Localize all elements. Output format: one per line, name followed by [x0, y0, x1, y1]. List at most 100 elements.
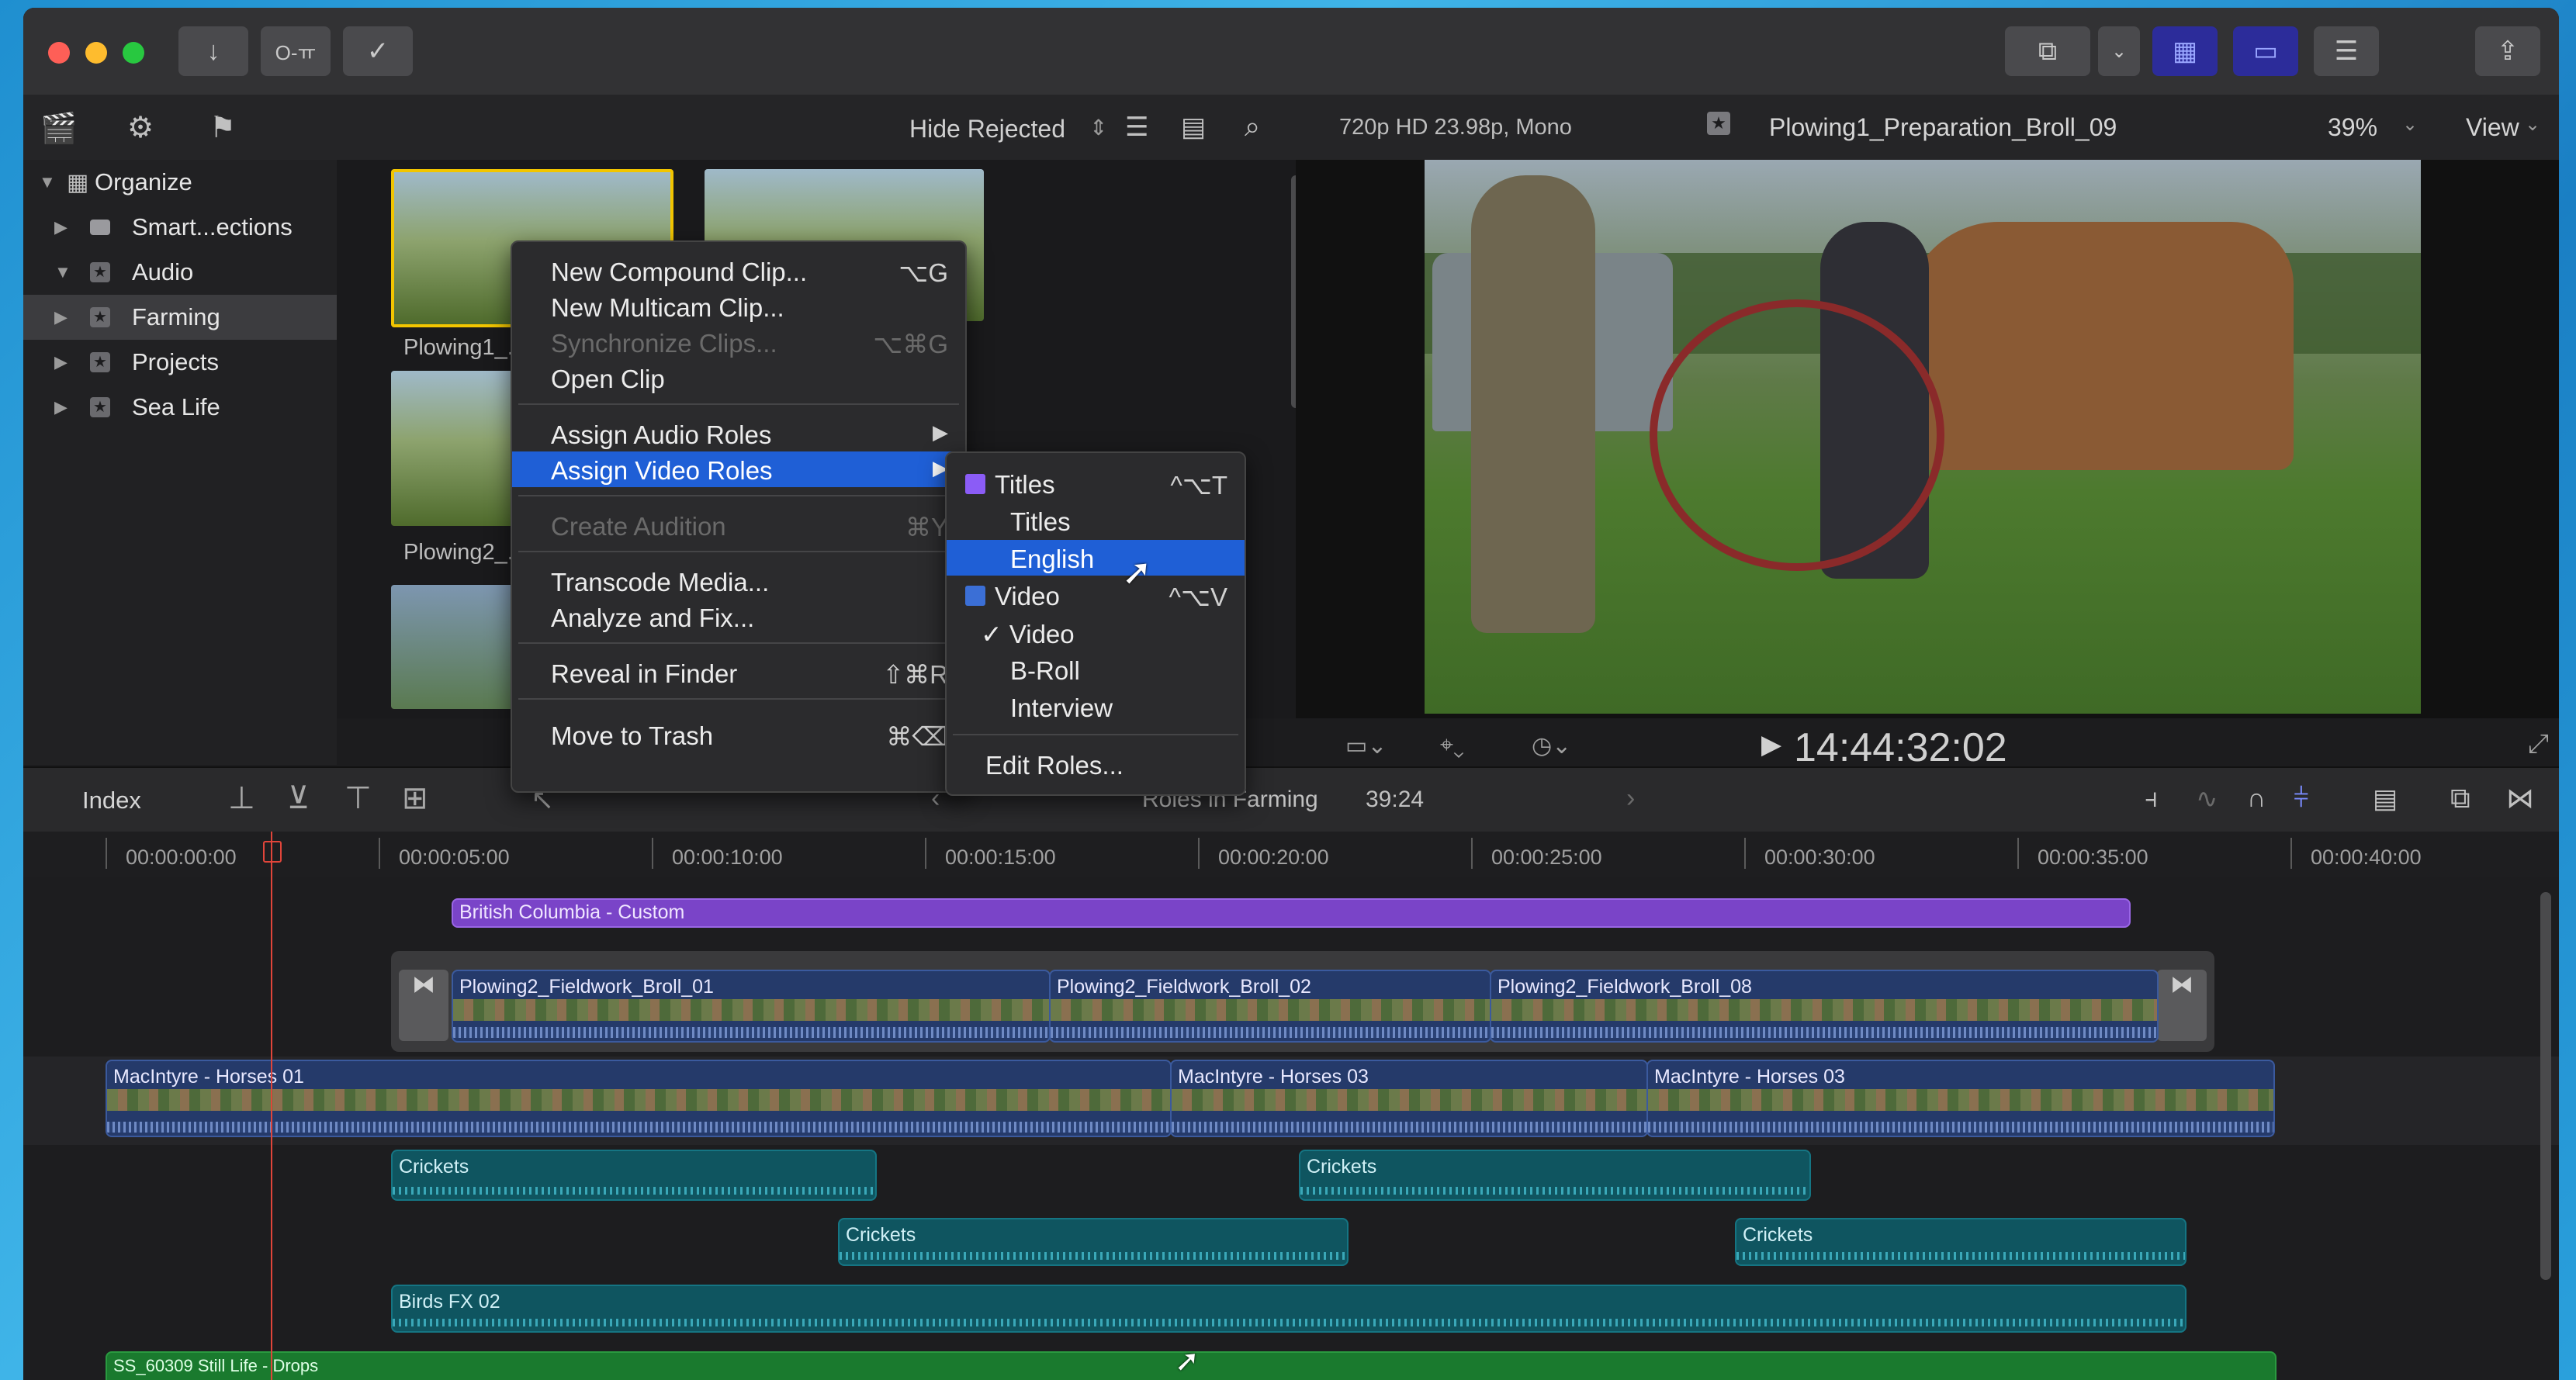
menu-item-analyze-and-fix[interactable]: Analyze and Fix...	[512, 599, 965, 635]
view-menu[interactable]: View	[2466, 113, 2519, 142]
titles-role-swatch	[965, 474, 985, 494]
keyword-button[interactable]: O-ㅠ	[261, 26, 331, 76]
ruler-label: 00:00:30:00	[1764, 846, 1875, 869]
skimming-icon[interactable]: ⫞	[2145, 783, 2158, 814]
audio-skimming-icon[interactable]: ∿	[2196, 783, 2218, 815]
append-clip-icon[interactable]: ⊤	[345, 780, 372, 816]
menu-item-open-clip[interactable]: Open Clip	[512, 360, 965, 396]
zoom-popup[interactable]: 39%	[2328, 113, 2377, 142]
title-clip[interactable]: British Columbia - Custom	[452, 898, 2131, 928]
timeline-toggle-button[interactable]: ▭	[2233, 26, 2298, 76]
timeline-scrollbar[interactable]	[2540, 892, 2551, 1280]
workspace-button[interactable]: ⧉	[2005, 26, 2090, 76]
menu-item-label: ✓ Video	[981, 620, 1075, 648]
fullscreen-icon[interactable]: ⤢	[2528, 729, 2549, 759]
storyline-bar-left-icon[interactable]: ⧓	[399, 970, 448, 1041]
role-item-english[interactable]: English	[947, 540, 1245, 576]
playhead-handle[interactable]	[263, 841, 282, 863]
search-icon[interactable]: ⌕	[1245, 110, 1260, 144]
transform-icon[interactable]: ⌖⌄	[1440, 732, 1464, 759]
ruler-tick	[106, 838, 107, 869]
connect-clip-icon[interactable]: ⊥	[228, 780, 255, 816]
menu-item-transcode-media[interactable]: Transcode Media...	[512, 563, 965, 599]
clip-thumbnail[interactable]	[391, 371, 531, 526]
menu-item-move-to-trash[interactable]: Move to Trash ⌘⌫	[512, 717, 965, 752]
sidebar-item-audio[interactable]: ▼ ★ Audio	[23, 250, 337, 295]
audio-clip[interactable]: Crickets	[838, 1218, 1349, 1266]
clip-label: British Columbia - Custom	[459, 901, 685, 923]
audio-clip[interactable]: Crickets	[1299, 1150, 1811, 1201]
sidebar-item-sea-life[interactable]: ▶ ★ Sea Life	[23, 385, 337, 430]
effects-browser-icon[interactable]: ⧉	[2450, 782, 2470, 815]
close-window-button[interactable]	[48, 42, 70, 64]
broll-clip[interactable]: Plowing2_Fieldwork_Broll_01	[452, 970, 1051, 1043]
sidebar-item-organize[interactable]: ▼ ▦ Organize	[23, 160, 337, 205]
import-button[interactable]: ↓	[178, 26, 248, 76]
list-view-icon[interactable]: ☰	[1125, 112, 1148, 143]
insert-clip-icon[interactable]: ⊻	[287, 780, 310, 816]
submenu-arrow-icon: ▶	[933, 420, 948, 444]
primary-clip[interactable]: MacIntyre - Horses 03	[1646, 1060, 2275, 1137]
zoom-window-button[interactable]	[123, 42, 144, 64]
role-item-titles[interactable]: Titles	[947, 503, 1245, 538]
primary-clip[interactable]: MacIntyre - Horses 03	[1170, 1060, 1648, 1137]
titles-generators-icon[interactable]: ⚑	[209, 110, 236, 145]
sidebar-item-farming[interactable]: ▶ ★ Farming	[23, 295, 337, 340]
inspector-toggle-button[interactable]: ☰	[2314, 26, 2379, 76]
menu-item-create-audition[interactable]: Create Audition ⌘Y	[512, 507, 965, 543]
broll-clip[interactable]: Plowing2_Fieldwork_Broll_08	[1490, 970, 2159, 1043]
menu-item-synchronize-clips[interactable]: Synchronize Clips... ⌥⌘G	[512, 324, 965, 360]
key-icon: O-ㅠ	[275, 40, 317, 64]
display-options-icon[interactable]: ▭⌄	[1345, 732, 1387, 759]
role-item-interview[interactable]: Interview	[947, 689, 1245, 725]
background-tasks-button[interactable]: ✓	[343, 26, 413, 76]
play-icon[interactable]: ▶	[1761, 729, 1781, 760]
clip-appearance-icon[interactable]: ▤	[2373, 783, 2398, 815]
index-button[interactable]: Index	[82, 787, 141, 815]
retime-icon[interactable]: ◷⌄	[1532, 732, 1571, 759]
menu-item-assign-audio-roles[interactable]: Assign Audio Roles ▶	[512, 416, 965, 451]
menu-item-new-multicam-clip[interactable]: New Multicam Clip...	[512, 289, 965, 324]
role-item-titles-parent[interactable]: Titles ^⌥T	[947, 465, 1245, 501]
storyline-bar-right-icon[interactable]: ⧓	[2157, 970, 2207, 1041]
menu-item-new-compound-clip[interactable]: New Compound Clip... ⌥G	[512, 253, 965, 289]
role-item-video-checked[interactable]: ✓ Video	[947, 614, 1245, 650]
chevron-down-icon: ⌄	[2525, 114, 2541, 135]
menu-item-reveal-in-finder[interactable]: Reveal in Finder ⇧⌘R	[512, 655, 965, 690]
solo-icon[interactable]: ∩	[2247, 783, 2266, 814]
menu-item-label: Move to Trash	[551, 721, 714, 750]
clip-thumbnail[interactable]	[391, 585, 531, 709]
menu-separator	[518, 495, 959, 496]
timeline-ruler[interactable]: 00:00:00:00 00:00:05:00 00:00:10:00 00:0…	[23, 832, 2559, 877]
audio-clip[interactable]: Crickets	[391, 1150, 877, 1201]
minimize-window-button[interactable]	[85, 42, 107, 64]
menu-item-label: Edit Roles...	[985, 751, 1124, 780]
workspace-menu-button[interactable]: ⌄	[2098, 26, 2140, 76]
filmstrip-icon[interactable]: ▤	[1181, 112, 1206, 143]
libraries-icon[interactable]: 🎬	[40, 112, 77, 146]
menu-item-assign-video-roles[interactable]: Assign Video Roles ▶	[512, 451, 965, 487]
menu-separator	[518, 551, 959, 552]
snapping-icon[interactable]: ⫩	[2294, 783, 2309, 814]
playhead[interactable]	[271, 832, 272, 1380]
role-item-edit-roles[interactable]: Edit Roles...	[947, 746, 1245, 782]
audio-clip[interactable]: Crickets	[1735, 1218, 2186, 1266]
transitions-browser-icon[interactable]: ⋈	[2506, 782, 2534, 815]
ruler-tick	[652, 838, 653, 869]
role-item-b-roll[interactable]: B-Roll	[947, 652, 1245, 687]
photos-icon[interactable]: ⚙	[127, 110, 154, 145]
share-button[interactable]: ⇪	[2475, 26, 2540, 76]
browser-toggle-button[interactable]: ▦	[2152, 26, 2218, 76]
primary-clip[interactable]: MacIntyre - Horses 01	[106, 1060, 1172, 1137]
sidebar-item-projects[interactable]: ▶ ★ Projects	[23, 340, 337, 385]
video-frame[interactable]	[1425, 160, 2421, 714]
forward-arrow-icon[interactable]: ›	[1626, 783, 1635, 814]
role-item-video-parent[interactable]: Video ^⌥V	[947, 577, 1245, 613]
audio-clip[interactable]: Birds FX 02	[391, 1285, 2186, 1333]
broll-clip[interactable]: Plowing2_Fieldwork_Broll_02	[1049, 970, 1491, 1043]
filter-popup[interactable]: Hide Rejected	[909, 115, 1065, 144]
overwrite-clip-icon[interactable]: ⊞	[402, 780, 428, 816]
timecode-display[interactable]: 14:44:32:02	[1794, 725, 2007, 771]
sidebar-item-smart-collections[interactable]: ▶ Smart...ections	[23, 205, 337, 250]
clip-label: MacIntyre - Horses 01	[113, 1066, 304, 1088]
